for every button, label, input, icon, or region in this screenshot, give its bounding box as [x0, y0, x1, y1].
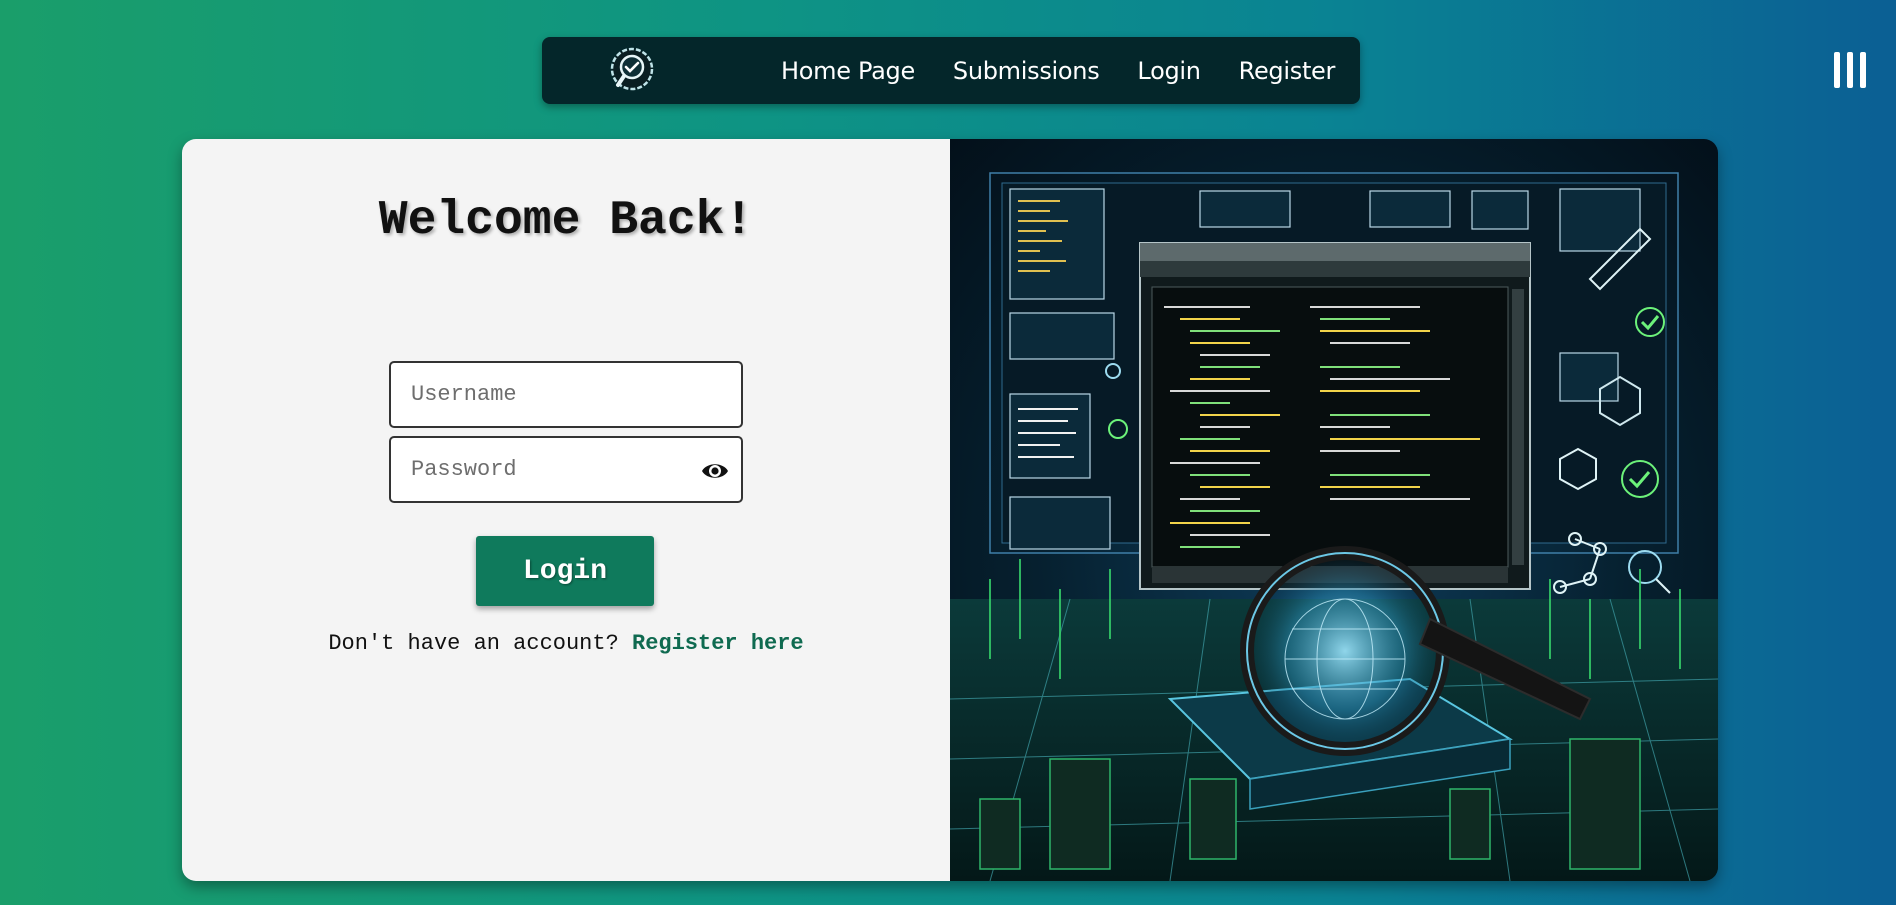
login-form-panel: Welcome Back! Login Don't have an accoun… — [182, 139, 950, 881]
register-prompt-line: Don't have an account? Register here — [182, 631, 950, 656]
page-title: Welcome Back! — [378, 194, 754, 248]
register-prompt-text: Don't have an account? — [328, 631, 619, 656]
hamburger-bar — [1860, 52, 1866, 88]
hamburger-bar — [1834, 52, 1840, 88]
password-input[interactable] — [411, 457, 741, 482]
hamburger-menu-icon[interactable] — [1834, 52, 1866, 88]
nav-link-home[interactable]: Home Page — [781, 57, 915, 85]
username-field-wrapper — [389, 361, 743, 428]
top-navbar: Home Page Submissions Login Register — [542, 37, 1360, 104]
password-field-wrapper — [389, 436, 743, 503]
nav-link-register[interactable]: Register — [1239, 57, 1336, 85]
hamburger-bar — [1847, 52, 1853, 88]
eye-icon[interactable] — [701, 458, 729, 484]
magnifier-check-logo-icon[interactable] — [607, 45, 657, 95]
nav-links: Home Page Submissions Login Register — [781, 37, 1335, 104]
code-review-magnifier-illustration — [950, 139, 1718, 881]
login-card: Welcome Back! Login Don't have an accoun… — [182, 139, 1718, 881]
illustration-artwork — [950, 172, 1718, 881]
login-submit-button[interactable]: Login — [476, 536, 654, 606]
nav-link-login[interactable]: Login — [1137, 57, 1201, 85]
register-link[interactable]: Register here — [632, 631, 804, 656]
nav-link-submissions[interactable]: Submissions — [953, 57, 1100, 85]
username-input[interactable] — [411, 382, 741, 407]
